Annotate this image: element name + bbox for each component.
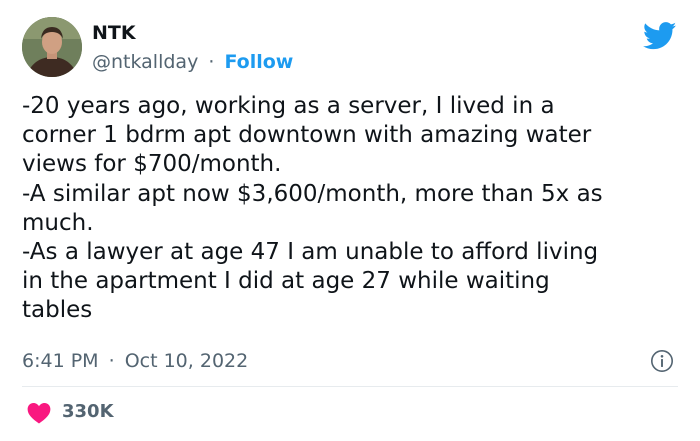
tweet-date: Oct 10, 2022 — [124, 350, 249, 372]
like-count: 330K — [62, 401, 114, 422]
heart-icon[interactable] — [27, 402, 51, 424]
tweet-timestamp[interactable]: 6:41 PM · Oct 10, 2022 — [22, 350, 248, 372]
author-meta: @ntkallday · Follow — [92, 51, 293, 73]
tweet-card: NTK @ntkallday · Follow -20 years ago, w… — [0, 0, 700, 441]
tweet-text: -20 years ago, working as a server, I li… — [22, 93, 603, 324]
timestamp-separator: · — [108, 350, 115, 372]
profile-photo-icon — [22, 17, 82, 77]
follow-button[interactable]: Follow — [224, 51, 293, 73]
twitter-bird-icon[interactable] — [643, 22, 677, 50]
author-handle[interactable]: @ntkallday — [92, 51, 198, 73]
divider — [22, 386, 678, 387]
info-icon[interactable] — [650, 349, 674, 373]
meta-separator: · — [208, 51, 215, 73]
tweet-time: 6:41 PM — [22, 350, 99, 372]
avatar[interactable] — [22, 17, 82, 77]
author-name[interactable]: NTK — [92, 22, 136, 44]
